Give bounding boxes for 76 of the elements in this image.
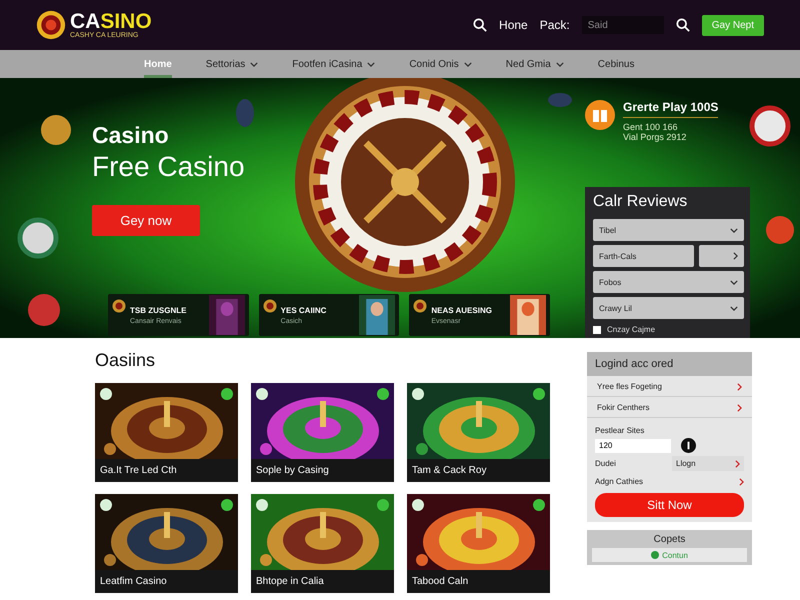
hero-subtitle: Free Casino	[92, 151, 246, 183]
section-title: Oasiins	[95, 350, 156, 371]
info-icon[interactable]	[681, 438, 696, 453]
search-icon[interactable]	[473, 18, 488, 32]
badge-icon	[100, 499, 112, 511]
game-title: Tam & Cack Roy	[411, 464, 488, 478]
checkbox-label: Cnzay Cajme	[607, 325, 656, 334]
caret-icon	[367, 62, 376, 66]
caret-icon	[730, 228, 738, 232]
field-label: Pestlear Sites	[594, 425, 646, 437]
input-field[interactable]: 120	[595, 438, 671, 452]
chevron-icon[interactable]	[739, 478, 744, 486]
gift-icon	[585, 100, 615, 130]
badge-icon	[221, 499, 233, 511]
game-card[interactable]: Leatfim Casino	[95, 494, 238, 593]
caret-icon	[556, 62, 564, 66]
game-title: Tabood Caln	[411, 575, 470, 589]
cta-button[interactable]: Gey now	[92, 205, 200, 236]
search-field[interactable]: Said	[582, 16, 664, 34]
caret-icon	[730, 280, 738, 284]
chevron-icon	[737, 382, 742, 390]
game-card[interactable]: Sople by Casing	[251, 383, 394, 482]
chevron-icon	[735, 460, 740, 468]
badge-icon	[100, 388, 112, 400]
panel-title: Logind acc ored	[587, 352, 752, 376]
header-link[interactable]: Pack:	[540, 18, 570, 32]
row-label: Adgn Cathies	[595, 477, 644, 486]
promo-title: TSB ZUSGNLE	[130, 306, 188, 314]
caret-icon	[730, 306, 738, 310]
game-card[interactable]: Tam & Cack Roy	[407, 383, 550, 482]
bonus-line: Vial Porgs 2912	[623, 132, 688, 142]
promo-title: NEAS AUESING	[431, 306, 493, 314]
dropdown-field[interactable]: Tibel	[593, 219, 744, 241]
badge-icon	[256, 499, 268, 511]
caret-icon	[464, 62, 472, 66]
badge-icon	[377, 388, 389, 400]
bonus-line: Gent 100 166	[623, 122, 679, 132]
badge-icon	[412, 388, 424, 400]
login-link[interactable]: Llogn	[672, 456, 744, 471]
bonus-title: Grerte Play 100S	[623, 100, 718, 118]
select-field[interactable]: Farth-Cals	[593, 245, 694, 267]
panel-title: Calr Reviews	[593, 193, 688, 211]
game-title: Ga.It Tre Led Cth	[99, 464, 178, 478]
dropdown-field[interactable]: Crawy Lil	[593, 297, 744, 319]
row-label: Dudei	[595, 459, 616, 468]
game-title: Leatfim Casino	[99, 575, 168, 589]
badge-icon	[256, 388, 268, 400]
nav-tab[interactable]: Conid Onis	[409, 50, 472, 78]
search-icon[interactable]	[676, 18, 690, 32]
nav-tab[interactable]: Footfen iCasina	[292, 50, 376, 78]
hero-title: Casino	[92, 122, 170, 149]
panel-title: Copets	[652, 534, 686, 545]
checkbox[interactable]	[593, 326, 601, 334]
dropdown-field[interactable]: Fobos	[593, 271, 744, 293]
chevron-icon	[737, 404, 742, 412]
game-card[interactable]: Tabood Caln	[407, 494, 550, 593]
caret-icon	[250, 62, 258, 66]
game-title: Sople by Casing	[255, 464, 330, 478]
badge-icon	[533, 388, 545, 400]
menu-link[interactable]: Yree fles Fogeting	[587, 376, 752, 397]
badge-icon	[221, 388, 233, 400]
nav-tab[interactable]: Ned Gmia	[506, 50, 564, 78]
header-link[interactable]: Hone	[499, 18, 528, 32]
chevron-icon	[733, 252, 738, 260]
submit-button[interactable]: Sitt Now	[595, 493, 744, 517]
circle-icon	[651, 551, 660, 559]
game-card[interactable]: Ga.It Tre Led Cth	[95, 383, 238, 482]
nav-tab[interactable]: Settorias	[206, 50, 258, 78]
nav-tab[interactable]: Cebinus	[598, 50, 634, 78]
game-title: Bhtope in Calia	[255, 575, 325, 589]
badge-icon	[533, 499, 545, 511]
badge-icon	[377, 499, 389, 511]
game-card[interactable]: Bhtope in Calia	[251, 494, 394, 593]
promo-title: YES CAIINC	[280, 306, 328, 314]
menu-link[interactable]: Fokir Centhers	[587, 397, 752, 418]
badge-icon	[412, 499, 424, 511]
